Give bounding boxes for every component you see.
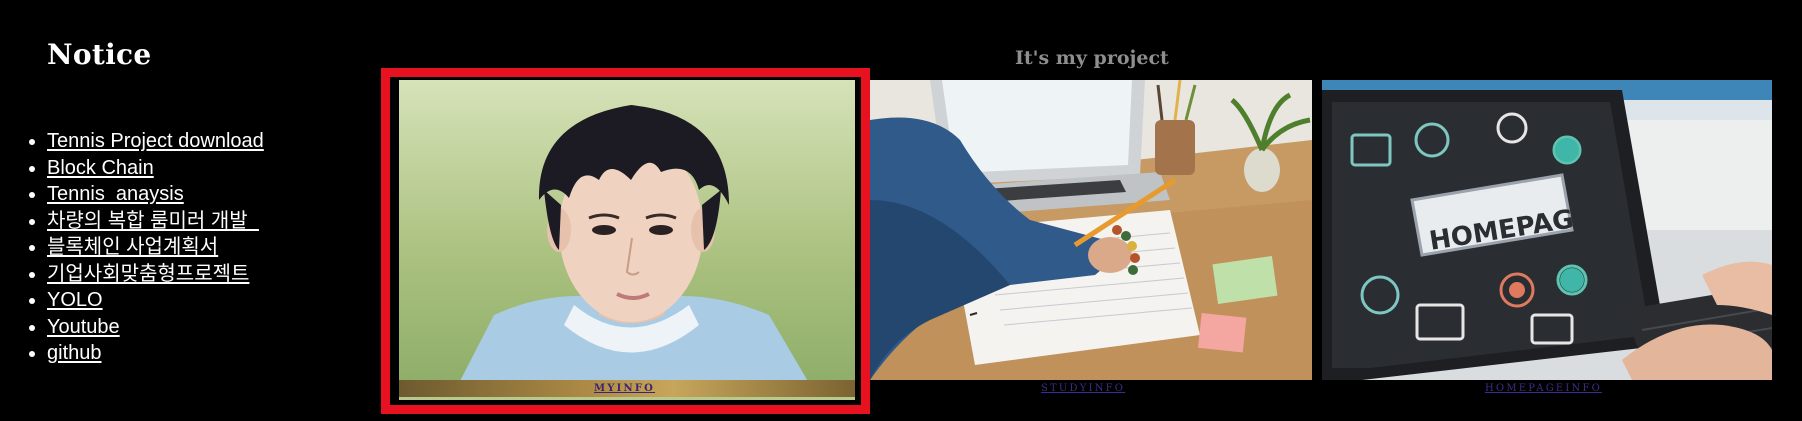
homepageinfo-link[interactable]: HOMEPAGEINFO	[1485, 383, 1602, 394]
list-item: Youtube	[47, 314, 264, 341]
link-room-mirror-development[interactable]: 차량의 복합 룸미러 개발_	[47, 210, 259, 232]
list-item: 차량의 복합 룸미러 개발_	[47, 208, 264, 235]
list-item: 기업사회맞춤형프로젝트	[47, 261, 264, 288]
notice-title: Notice	[47, 38, 152, 71]
project-heading: It's my project	[1015, 47, 1169, 69]
studying-desk-image	[870, 80, 1312, 380]
studyinfo-link[interactable]: STUDYINFO	[1041, 383, 1125, 394]
studyinfo-card[interactable]	[870, 80, 1312, 380]
portrait-photo	[399, 80, 855, 400]
link-tennis-project-download[interactable]: Tennis Project download	[47, 130, 264, 152]
notice-sidebar: Notice Tennis Project download Block Cha…	[0, 0, 360, 421]
list-item: Tennis Project download	[47, 128, 264, 155]
myinfo-link[interactable]: MYINFO	[594, 383, 655, 394]
link-github[interactable]: github	[47, 342, 102, 364]
link-tennis-analysis[interactable]: Tennis_anaysis	[47, 183, 184, 205]
list-item: github	[47, 340, 264, 367]
list-item: Tennis_anaysis	[47, 181, 264, 208]
link-corporate-project[interactable]: 기업사회맞춤형프로젝트	[47, 263, 249, 285]
list-item: Block Chain	[47, 155, 264, 182]
list-item: YOLO	[47, 287, 264, 314]
list-item: 블록체인 사업계획서	[47, 234, 264, 261]
link-yolo[interactable]: YOLO	[47, 289, 103, 311]
portrait-image	[399, 80, 855, 383]
link-youtube[interactable]: Youtube	[47, 316, 120, 338]
myinfo-card[interactable]	[381, 68, 870, 414]
homepageinfo-card[interactable]: HOMEPAGE	[1322, 80, 1772, 380]
notice-link-list: Tennis Project download Block Chain Tenn…	[0, 128, 264, 367]
homepage-laptop-image: HOMEPAGE	[1322, 80, 1772, 380]
link-block-chain[interactable]: Block Chain	[47, 157, 154, 179]
link-blockchain-business-plan[interactable]: 블록체인 사업계획서	[47, 236, 218, 258]
